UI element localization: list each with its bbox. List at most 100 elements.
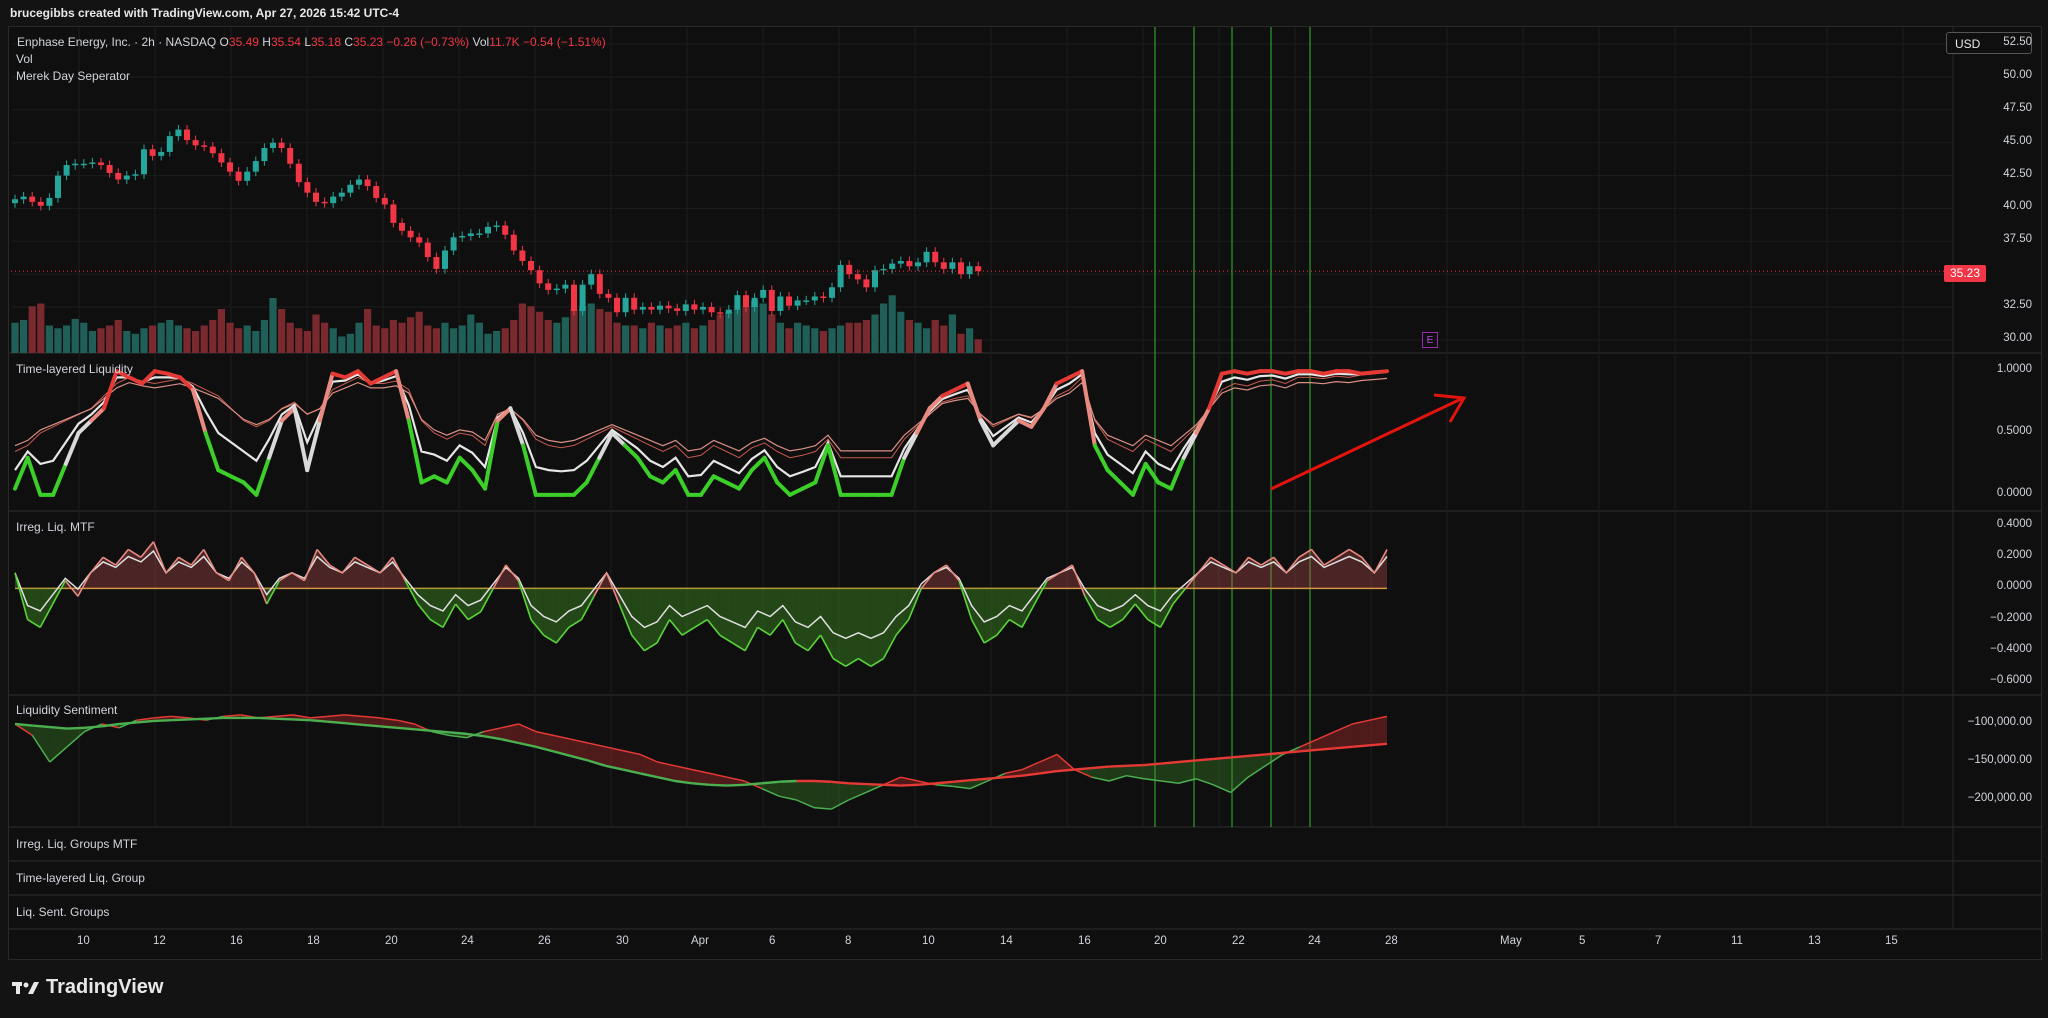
tl-axis-label: 1.0000 [1996,363,2032,376]
candle-body [717,312,724,314]
tl-main-line [1118,480,1135,497]
tl-main-line [190,387,208,435]
liq-sent-groups-title[interactable]: Liq. Sent. Groups [16,905,109,919]
tl-main-line [762,455,780,485]
tl-main-line [914,406,932,435]
volume-bar [364,309,372,353]
time-layered-liq-group-title[interactable]: Time-layered Liq. Group [16,871,145,885]
earnings-badge[interactable]: E [1422,332,1438,348]
candle-body [975,266,982,272]
candle-body [55,175,61,198]
candle-body [106,165,113,173]
price-axis-label: 52.50 [2003,36,2032,49]
volume-bar [613,322,621,353]
time-layered-liquidity-title[interactable]: Time-layered Liquidity [16,362,133,376]
candle-body [261,147,268,162]
time-axis-label: 22 [1232,935,1245,947]
volume-bar [166,320,174,353]
time-axis-label: May [1500,935,1522,947]
tl-main-line [89,406,106,423]
candle-body [29,196,36,202]
candle-body [166,136,173,152]
tl-main-line [241,480,259,497]
candle-body [399,222,405,231]
candle-body [201,145,208,147]
chart-frame[interactable] [8,26,2042,960]
day-separator-label[interactable]: Merek Day Seperator [16,69,130,83]
tl-main-line [254,455,272,497]
sentiment-slow-line [1352,744,1370,748]
tl-mid-line [14,377,1388,452]
irreg-liq-fill [241,557,255,589]
sentiment-slow-line [171,718,189,722]
volume-bar [183,328,191,353]
volume-bar [278,309,286,353]
irreg-liq-mtf-title[interactable]: Irreg. Liq. MTF [16,520,95,534]
close-value: 35.23 [353,35,384,49]
candle-body [725,309,732,314]
candle-body [949,262,956,269]
volume-bar [733,309,741,353]
sentiment-slow-line [275,717,293,721]
close-label: C [344,35,354,49]
sentiment-slow-line [779,779,797,783]
price-axis-label: 42.50 [2003,167,2032,180]
tl-main-line [635,455,653,479]
sentiment-slow-line [362,723,380,728]
volume-bar [415,311,423,353]
time-axis-label: 20 [1154,935,1167,947]
sentiment-slow-line [310,719,328,723]
tl-main-line [1054,375,1072,386]
vol-indicator-label[interactable]: Vol [16,52,33,66]
sentiment-slow-line [1195,757,1214,762]
irreg-liq-fill [543,588,557,643]
candle-body [149,149,156,156]
chart-canvas[interactable] [9,27,2041,959]
candle-body [588,274,595,285]
sentiment-fill [813,781,832,810]
candle-body [287,147,294,164]
candle-body [390,204,397,223]
volume-bar [544,320,552,353]
candle-body [373,186,380,198]
candle-body [794,300,801,306]
tradingview-logo[interactable]: TradingView [12,976,163,999]
tradingview-logo-icon [12,981,39,994]
symbol-legend[interactable]: Enphase Energy, Inc. · 2h · NASDAQ O35.4… [17,35,606,49]
liquidity-sentiment-title[interactable]: Liquidity Sentiment [16,703,117,717]
sentiment-slow-line [692,782,710,786]
tl-main-line [1029,406,1046,429]
volume-bar [673,325,681,353]
volume-bar [914,322,922,353]
irreg-liq-groups-title[interactable]: Irreg. Liq. Groups MTF [16,837,137,851]
tl-main-line [1372,369,1389,375]
candle-body [338,192,345,197]
sentiment-slow-line [67,726,85,730]
sentiment-slow-line [136,719,155,724]
time-axis-label: 30 [616,935,629,947]
candle-body [674,308,681,311]
time-axis-label: 12 [153,935,166,947]
il-axis-label: 0.2000 [1996,549,2032,562]
candle-body [786,296,792,306]
candle-body [657,305,663,310]
sentiment-slow-line [709,783,728,787]
candle-body [416,237,423,243]
candle-body [347,184,354,193]
candle-body [846,264,853,275]
volume-bar [389,320,397,353]
irreg-liq-fill [631,588,645,651]
time-axis-label: Apr [691,935,709,947]
volume-bar [484,333,492,353]
low-value: 35.18 [311,35,342,49]
tl-main-line [800,480,818,491]
irreg-liq-fill [984,588,997,643]
volume-bar [656,325,664,353]
volume-bar [381,328,389,353]
candle-body [743,295,749,307]
tl-main-line [724,480,742,491]
tl-main-line [1207,371,1224,411]
candle-body [227,162,233,172]
sentiment-slow-line [49,725,68,730]
candle-body [897,261,904,264]
